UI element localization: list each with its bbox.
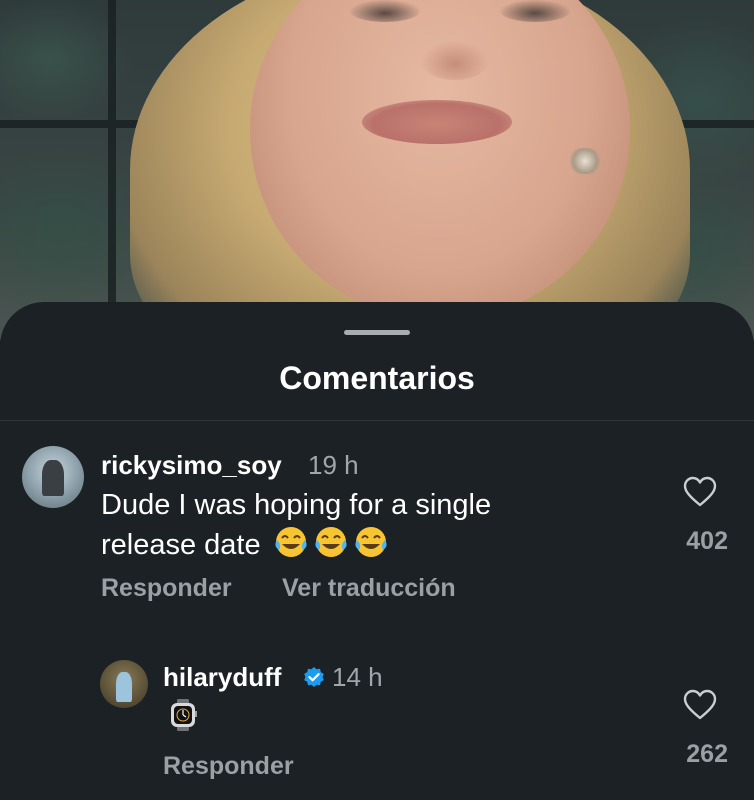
like-count: 402 (686, 527, 728, 555)
comment-username[interactable]: rickysimo_soy (101, 450, 282, 481)
sheet-title: Comentarios (279, 360, 475, 396)
sheet-drag-handle[interactable] (344, 330, 410, 335)
subject-eye-right (500, 0, 570, 22)
sheet-divider (0, 420, 754, 421)
subject-earring (570, 148, 600, 174)
avatar[interactable] (100, 660, 148, 708)
face-with-tears-of-joy-icon (355, 527, 387, 557)
like-heart-icon[interactable] (683, 476, 717, 508)
comment-username[interactable]: hilaryduff (163, 662, 281, 693)
verified-badge-icon (304, 667, 324, 687)
comment-text-line: release date (101, 524, 491, 564)
comment-text: Dude I was hoping for a single release d… (101, 486, 491, 564)
subject-lips (362, 100, 512, 144)
video-background (0, 0, 754, 340)
like-heart-icon[interactable] (683, 689, 717, 721)
watch-icon (171, 699, 197, 731)
see-translation-button[interactable]: Ver traducción (282, 574, 456, 603)
comment-timestamp: 14 h (332, 662, 383, 692)
like-count: 262 (686, 740, 728, 768)
avatar[interactable] (22, 446, 84, 508)
face-with-tears-of-joy-icon (275, 527, 307, 557)
subject-eye-left (350, 0, 420, 22)
comment-text-segment: release date (101, 529, 261, 561)
reply-button[interactable]: Responder (163, 752, 294, 781)
reply-button[interactable]: Responder (101, 574, 232, 603)
subject-nose (420, 40, 490, 80)
comment-text-line: Dude I was hoping for a single (101, 489, 492, 521)
face-with-tears-of-joy-icon (315, 527, 347, 557)
comment-timestamp: 19 h (308, 450, 359, 480)
comments-sheet: Comentarios rickysimo_soy 19 h Dude I wa… (0, 302, 754, 800)
